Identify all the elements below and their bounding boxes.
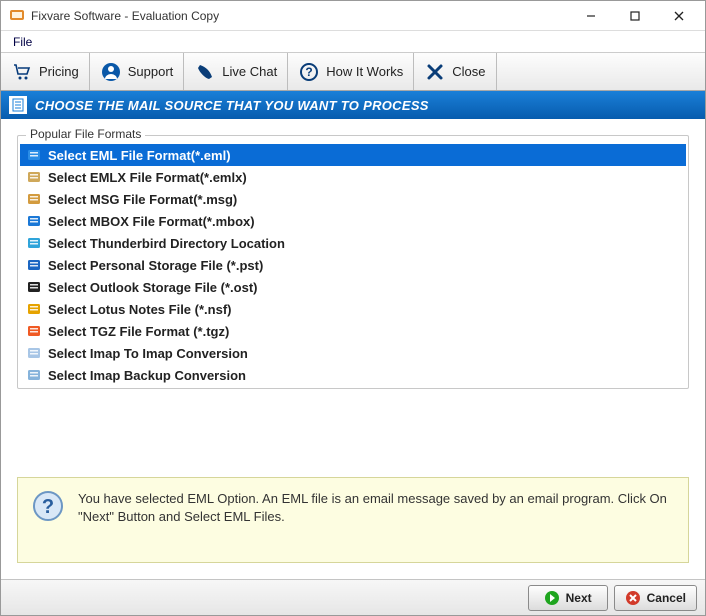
format-item[interactable]: Select Outlook Storage File (*.ost) (20, 276, 686, 298)
format-item[interactable]: Select Imap Backup Conversion (20, 364, 686, 386)
format-item[interactable]: Select Thunderbird Directory Location (20, 232, 686, 254)
info-panel: ? You have selected EML Option. An EML f… (17, 477, 689, 563)
toolbar: Pricing Support Live Chat ? How It Works… (1, 53, 705, 91)
msg-icon (26, 191, 42, 207)
format-item-label: Select EML File Format(*.eml) (48, 148, 231, 163)
format-item-label: Select Personal Storage File (*.pst) (48, 258, 263, 273)
formats-legend: Popular File Formats (26, 127, 145, 141)
content-area: Popular File Formats Select EML File For… (1, 119, 705, 579)
app-icon (9, 8, 25, 24)
menubar: File (1, 31, 705, 53)
format-item[interactable]: Select EML File Format(*.eml) (20, 144, 686, 166)
format-item-label: Select Outlook Storage File (*.ost) (48, 280, 257, 295)
livechat-button[interactable]: Live Chat (184, 53, 288, 90)
format-item[interactable]: Select Personal Storage File (*.pst) (20, 254, 686, 276)
format-item-label: Select Imap To Imap Conversion (48, 346, 248, 361)
question-icon: ? (298, 61, 320, 83)
format-item-label: Select Thunderbird Directory Location (48, 236, 285, 251)
support-label: Support (128, 64, 174, 79)
eml-icon (26, 147, 42, 163)
imap-backup-icon (26, 367, 42, 383)
document-icon (9, 96, 27, 114)
svg-text:?: ? (42, 496, 54, 518)
format-item[interactable]: Select Lotus Notes File (*.nsf) (20, 298, 686, 320)
svg-text:?: ? (306, 65, 313, 79)
formats-groupbox: Popular File Formats Select EML File For… (17, 135, 689, 389)
nsf-icon (26, 301, 42, 317)
format-item-label: Select MSG File Format(*.msg) (48, 192, 237, 207)
format-item[interactable]: Select Imap To Imap Conversion (20, 342, 686, 364)
tgz-icon (26, 323, 42, 339)
next-arrow-icon (544, 590, 560, 606)
close-button[interactable]: Close (414, 53, 496, 90)
pricing-button[interactable]: Pricing (1, 53, 90, 90)
close-window-button[interactable] (657, 2, 701, 30)
format-item-label: Select Imap Backup Conversion (48, 368, 246, 383)
format-item[interactable]: Select MSG File Format(*.msg) (20, 188, 686, 210)
imap-icon (26, 345, 42, 361)
window-titlebar: Fixvare Software - Evaluation Copy (1, 1, 705, 31)
section-header: CHOOSE THE MAIL SOURCE THAT YOU WANT TO … (1, 91, 705, 119)
livechat-label: Live Chat (222, 64, 277, 79)
info-text: You have selected EML Option. An EML fil… (78, 490, 674, 525)
cancel-label: Cancel (647, 591, 686, 605)
section-header-text: CHOOSE THE MAIL SOURCE THAT YOU WANT TO … (35, 98, 429, 113)
window-title: Fixvare Software - Evaluation Copy (31, 9, 569, 23)
format-item-label: Select TGZ File Format (*.tgz) (48, 324, 229, 339)
next-label: Next (566, 591, 592, 605)
cancel-x-icon (625, 590, 641, 606)
howitworks-label: How It Works (326, 64, 403, 79)
pricing-label: Pricing (39, 64, 79, 79)
ost-icon (26, 279, 42, 295)
menu-file[interactable]: File (7, 33, 38, 51)
format-item-label: Select Lotus Notes File (*.nsf) (48, 302, 231, 317)
phone-icon (194, 61, 216, 83)
format-item-label: Select EMLX File Format(*.emlx) (48, 170, 247, 185)
format-item[interactable]: Select EMLX File Format(*.emlx) (20, 166, 686, 188)
format-item-label: Select MBOX File Format(*.mbox) (48, 214, 255, 229)
thunderbird-icon (26, 235, 42, 251)
info-question-icon: ? (32, 490, 64, 522)
footer: Next Cancel (1, 579, 705, 615)
mbox-icon (26, 213, 42, 229)
support-icon (100, 61, 122, 83)
howitworks-button[interactable]: ? How It Works (288, 53, 414, 90)
cancel-button[interactable]: Cancel (614, 585, 697, 611)
format-item[interactable]: Select MBOX File Format(*.mbox) (20, 210, 686, 232)
minimize-button[interactable] (569, 2, 613, 30)
cart-icon (11, 61, 33, 83)
close-icon (424, 61, 446, 83)
maximize-button[interactable] (613, 2, 657, 30)
emlx-icon (26, 169, 42, 185)
format-item[interactable]: Select TGZ File Format (*.tgz) (20, 320, 686, 342)
pst-icon (26, 257, 42, 273)
close-label: Close (452, 64, 485, 79)
support-button[interactable]: Support (90, 53, 185, 90)
next-button[interactable]: Next (528, 585, 608, 611)
format-list: Select EML File Format(*.eml) Select EMLX… (20, 144, 686, 386)
